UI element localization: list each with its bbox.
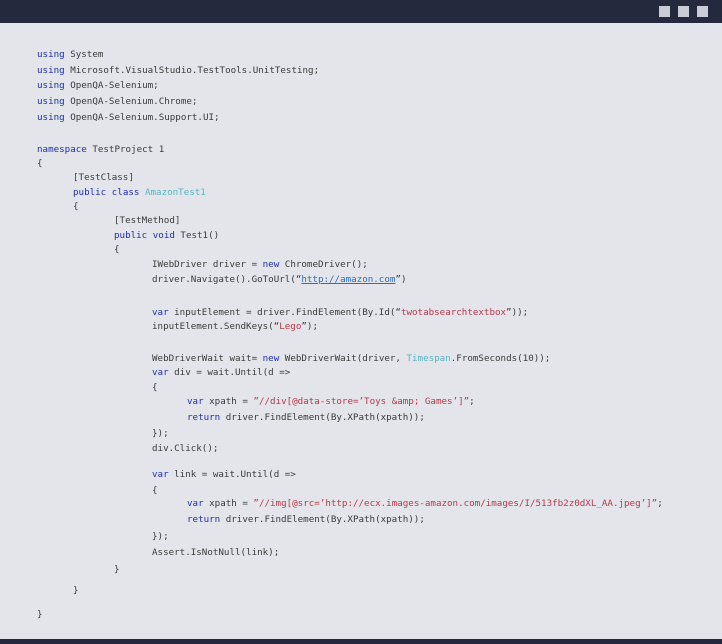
code-line: }); <box>152 531 169 542</box>
code-line: public void Test1() <box>114 230 220 241</box>
code-line: Assert.IsNotNull(link); <box>152 547 280 558</box>
code-line: { <box>152 382 158 393</box>
code-line: { <box>152 485 158 496</box>
code-line: WebDriverWait wait= new WebDriverWait(dr… <box>152 353 551 364</box>
code-line: { <box>37 158 43 169</box>
code-line: } <box>73 585 79 596</box>
code-line: { <box>114 244 120 255</box>
code-editor[interactable]: using System using Microsoft.VisualStudi… <box>0 0 722 644</box>
code-line: using Microsoft.VisualStudio.TestTools.U… <box>37 65 320 76</box>
code-line: return driver.FindElement(By.XPath(xpath… <box>187 514 425 525</box>
code-line: var xpath = ”//div[@data-store=’Toys &am… <box>187 396 475 407</box>
code-line: }); <box>152 428 169 439</box>
code-line: { <box>73 201 79 212</box>
code-line: using OpenQA-Selenium.Chrome; <box>37 96 198 107</box>
url-link[interactable]: http://amazon.com <box>301 274 395 285</box>
code-line: return driver.FindElement(By.XPath(xpath… <box>187 412 425 423</box>
code-line: } <box>114 564 120 575</box>
code-line: namespace TestProject 1 <box>37 144 165 155</box>
code-line: [TestClass] <box>73 172 134 183</box>
code-line: inputElement.SendKeys(“Lego”); <box>152 321 318 332</box>
window-bottom-border <box>0 639 722 644</box>
code-line: var div = wait.Until(d => <box>152 367 291 378</box>
code-line: } <box>37 609 43 620</box>
code-line: [TestMethod] <box>114 215 181 226</box>
code-line: using System <box>37 49 104 60</box>
code-line: public class AmazonTest1 <box>73 187 206 198</box>
code-line: var inputElement = driver.FindElement(By… <box>152 307 529 318</box>
code-line: using OpenQA-Selenium.Support.UI; <box>37 112 220 123</box>
code-line: IWebDriver driver = new ChromeDriver(); <box>152 259 368 270</box>
code-line: var xpath = ”//img[@src=’http://ecx.imag… <box>187 498 663 509</box>
code-line: using OpenQA-Selenium; <box>37 80 159 91</box>
code-line: div.Click(); <box>152 443 219 454</box>
code-line: driver.Navigate().GoToUrl(“http://amazon… <box>152 274 407 285</box>
code-line: var link = wait.Until(d => <box>152 469 296 480</box>
